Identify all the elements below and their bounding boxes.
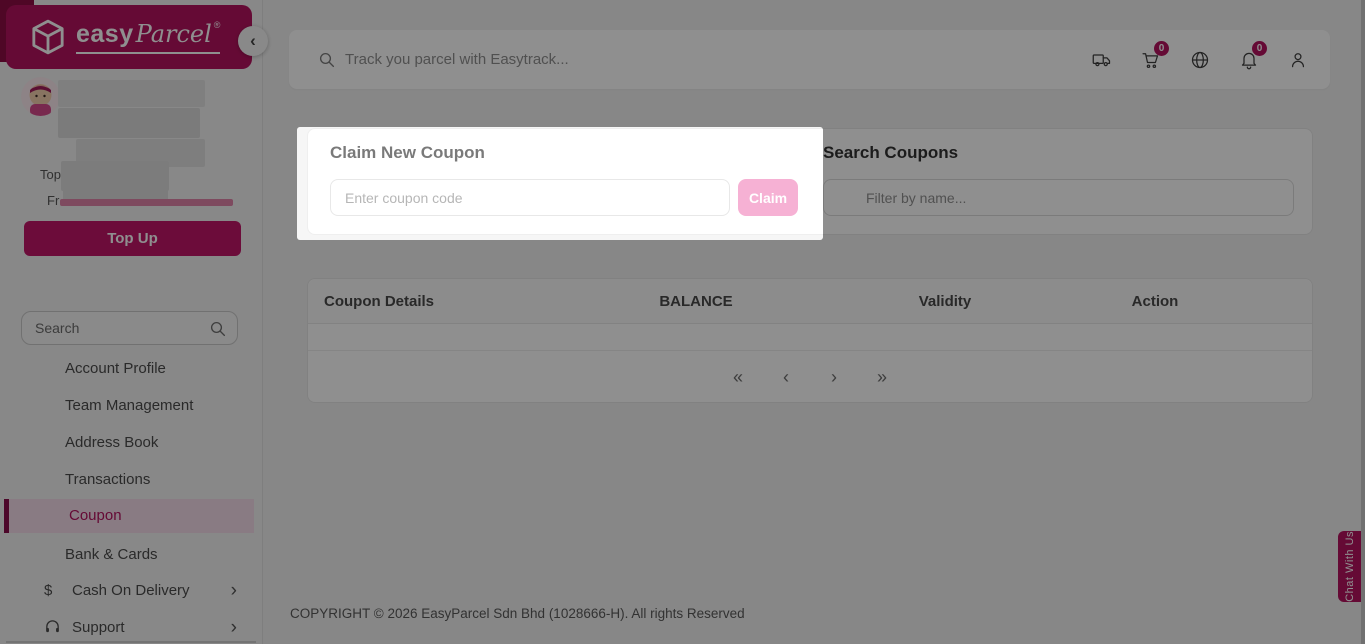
- filter-by-name-input[interactable]: [823, 179, 1294, 216]
- sidebar-item-account-profile[interactable]: Account Profile: [0, 350, 263, 387]
- support-label: Support: [72, 619, 125, 636]
- coupons-table-card: Coupon Details BALANCE Validity Action «…: [307, 278, 1313, 403]
- free-credit-label: Fr: [47, 193, 60, 208]
- column-header-action: Action: [1131, 293, 1179, 310]
- cart-icon[interactable]: 0: [1141, 40, 1169, 70]
- pagination-first-button[interactable]: «: [729, 367, 747, 388]
- search-icon: [319, 52, 335, 68]
- claim-button[interactable]: Claim: [738, 179, 798, 216]
- pagination: « ‹ › »: [308, 351, 1312, 404]
- chat-with-us-label: Chat With Us: [1343, 531, 1356, 602]
- collapse-chevron-icon: ‹: [250, 31, 256, 50]
- sidebar-item-team-management[interactable]: Team Management: [0, 387, 263, 424]
- person-icon[interactable]: [1276, 32, 1320, 87]
- top-search-bar: 0 0: [289, 30, 1330, 89]
- main-content: 0 0: [263, 0, 1365, 644]
- truck-icon[interactable]: [1092, 50, 1112, 70]
- logo-parcel-text: Parcel: [135, 20, 212, 48]
- easyparcel-logo: easy Parcel ®: [76, 20, 221, 54]
- sidebar-search-input[interactable]: [22, 312, 237, 344]
- sidebar-item-bank-cards[interactable]: Bank & Cards: [0, 536, 263, 573]
- column-header-coupon-details: Coupon Details: [324, 293, 435, 310]
- filter-box: [823, 179, 1294, 216]
- cod-label: Cash On Delivery: [72, 582, 190, 599]
- sidebar-item-transactions[interactable]: Transactions: [0, 461, 263, 498]
- copyright-text: COPYRIGHT © 2026 EasyParcel Sdn Bhd (102…: [290, 606, 745, 621]
- claim-new-coupon-title: Claim New Coupon: [330, 143, 485, 162]
- pagination-last-button[interactable]: »: [873, 367, 891, 388]
- logo-easy-text: easy: [76, 20, 134, 48]
- logo-registered-mark: ®: [213, 20, 221, 30]
- sidebar-collapse-button[interactable]: ‹: [238, 26, 268, 56]
- headset-icon: [44, 618, 63, 637]
- cart-badge: 0: [1154, 40, 1169, 56]
- search-coupons-title: Search Coupons: [823, 143, 959, 162]
- scrollbar-track[interactable]: [1361, 0, 1365, 644]
- top-up-button[interactable]: Top Up: [24, 221, 241, 256]
- search-icon: [210, 321, 226, 337]
- sidebar: easy Parcel ® ‹ Topu Fr Top Up Search Ac…: [0, 0, 268, 644]
- redacted-username: [58, 80, 205, 107]
- chevron-right-icon: ›: [230, 617, 237, 638]
- bell-icon[interactable]: 0: [1239, 40, 1267, 70]
- pagination-prev-button[interactable]: ‹: [777, 367, 795, 388]
- coupon-code-input[interactable]: [330, 179, 730, 216]
- table-header-row: Coupon Details BALANCE Validity Action: [308, 279, 1312, 324]
- credit-progress-bar: [60, 199, 233, 206]
- sidebar-item-cash-on-delivery[interactable]: $ Cash On Delivery ›: [0, 572, 263, 609]
- redacted-topup-value: [61, 161, 169, 191]
- dollar-icon: $: [44, 582, 53, 599]
- column-header-validity: Validity: [918, 293, 972, 310]
- sidebar-item-address-book[interactable]: Address Book: [0, 424, 263, 461]
- globe-icon[interactable]: [1190, 50, 1210, 70]
- column-header-balance: BALANCE: [659, 293, 733, 310]
- topbar-icons: 0 0: [1092, 30, 1320, 89]
- avatar: [21, 77, 60, 116]
- app-window: easy Parcel ® ‹ Topu Fr Top Up Search Ac…: [0, 0, 1365, 644]
- sidebar-item-support[interactable]: Support ›: [0, 609, 263, 644]
- brand-header: easy Parcel ®: [6, 5, 252, 69]
- sidebar-item-coupon-active[interactable]: Coupon: [4, 499, 254, 533]
- sidebar-search-box: [21, 311, 238, 345]
- bell-badge: 0: [1252, 40, 1267, 56]
- coupon-actions-card: Claim New Coupon Claim Search Coupons: [307, 128, 1313, 235]
- chat-with-us-tab[interactable]: Chat With Us: [1338, 531, 1361, 602]
- track-parcel-input[interactable]: [345, 30, 985, 89]
- chevron-right-icon: ›: [230, 580, 237, 601]
- easyparcel-cube-icon: [32, 19, 64, 55]
- pagination-next-button[interactable]: ›: [825, 367, 843, 388]
- redacted-email: [58, 108, 200, 138]
- empty-table-row: [308, 324, 1312, 351]
